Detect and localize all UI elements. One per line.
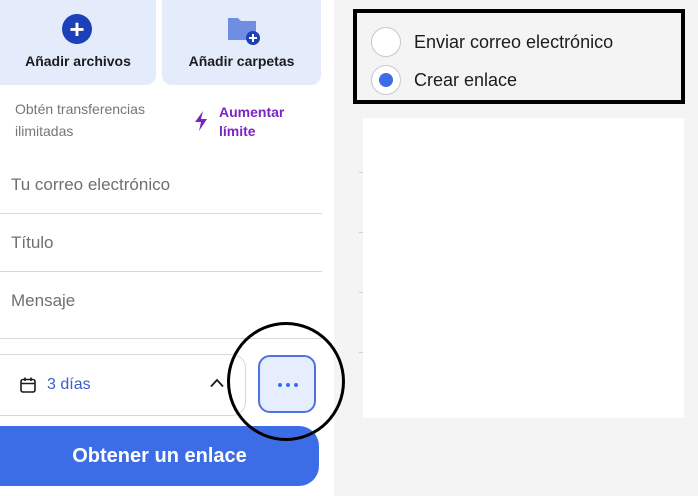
message-input[interactable]: Mensaje (0, 271, 322, 339)
add-folders-label: Añadir carpetas (188, 53, 295, 69)
create-link-label: Crear enlace (414, 69, 518, 90)
title-input[interactable]: Título (0, 213, 322, 272)
boost-limit-link[interactable]: Aumentar límite (193, 103, 319, 141)
boost-limit-label: Aumentar límite (219, 104, 285, 139)
create-link-radio[interactable] (371, 65, 401, 95)
divider-tick (359, 172, 363, 173)
create-link-option[interactable]: Crear enlace (371, 65, 517, 95)
more-options-button[interactable] (258, 355, 316, 413)
title-placeholder: Título (11, 233, 54, 252)
send-email-label: Enviar correo electrónico (414, 31, 614, 52)
email-input[interactable]: Tu correo electrónico (0, 155, 322, 214)
preview-area (363, 118, 684, 418)
transfer-limit-text: Obtén transferencias ilimitadas (15, 101, 145, 139)
calendar-icon (20, 377, 36, 393)
share-mode-group: Enviar correo electrónico Crear enlace (353, 9, 685, 104)
email-placeholder: Tu correo electrónico (11, 175, 171, 194)
expiry-value: 3 días (47, 376, 91, 393)
divider-tick (359, 292, 363, 293)
lightning-icon (195, 111, 207, 131)
add-folders-button[interactable]: Añadir carpetas (162, 0, 321, 85)
message-placeholder: Mensaje (11, 291, 76, 310)
expiry-select[interactable]: 3 días (0, 354, 246, 416)
send-email-radio[interactable] (371, 27, 401, 57)
get-link-button[interactable]: Obtener un enlace (0, 426, 319, 486)
add-files-button[interactable]: + Añadir archivos (0, 0, 156, 85)
add-folder-icon (226, 14, 260, 46)
add-files-label: Añadir archivos (25, 53, 131, 69)
divider-tick (359, 352, 363, 353)
divider-tick (359, 232, 363, 233)
transfer-panel: + Añadir archivos Añadir carpetas Obtén … (0, 0, 334, 496)
add-files-icon: + (62, 14, 94, 46)
send-email-option[interactable]: Enviar correo electrónico (371, 27, 613, 57)
chevron-up-icon (210, 378, 224, 388)
more-dots-icon (278, 383, 298, 387)
